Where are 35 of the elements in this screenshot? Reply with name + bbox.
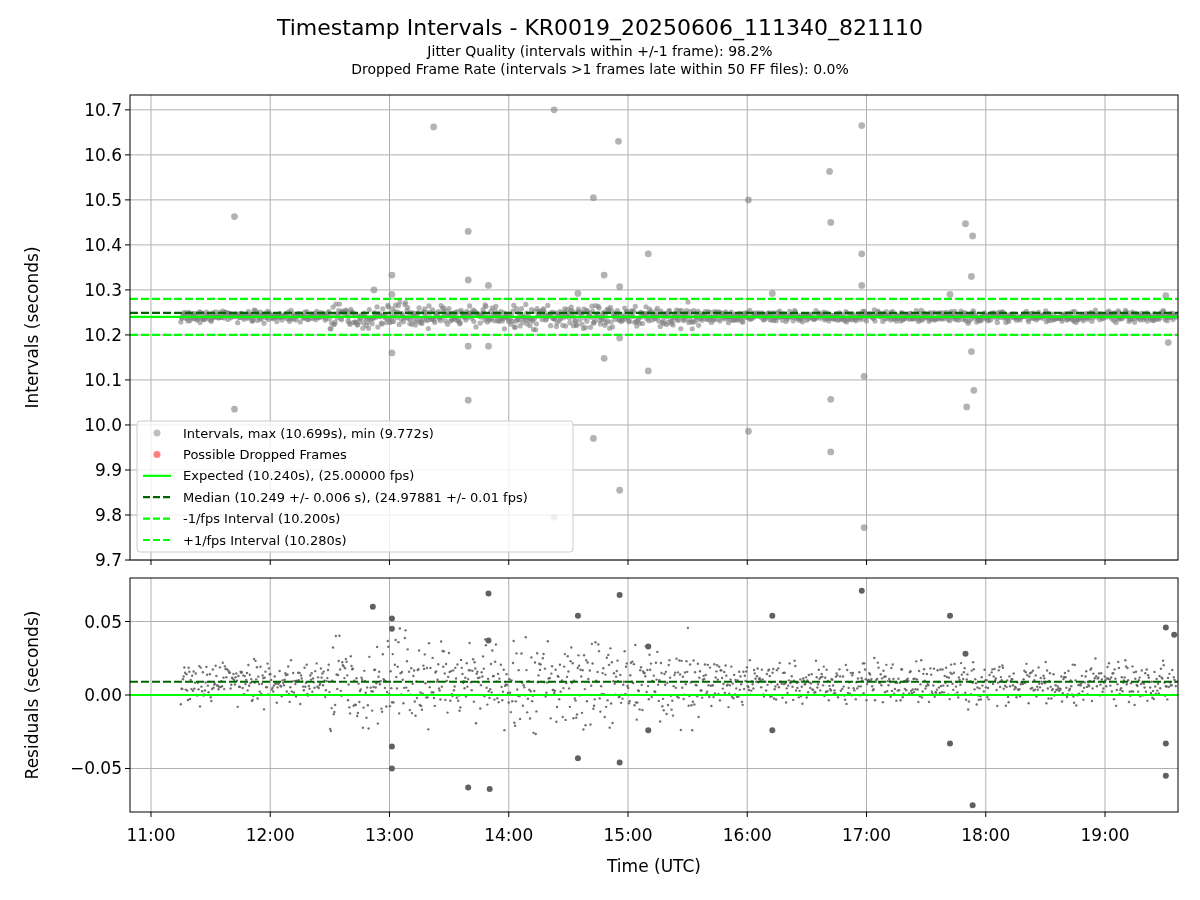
x-tick-label: 15:00	[603, 825, 653, 845]
x-tick-label: 18:00	[961, 825, 1011, 845]
y-tick-label: 10.3	[84, 279, 122, 300]
y-tick-label: 9.7	[94, 550, 122, 570]
legend-label: Expected (10.240s), (25.00000 fps)	[183, 468, 415, 484]
x-axis-label: Time (UTC)	[607, 856, 701, 876]
legend-label: Median (10.249 +/- 0.006 s), (24.97881 +/- 0.01 fps)	[183, 489, 528, 505]
y-tick-label: −0.05	[69, 758, 122, 779]
y-tick-label: 10.2	[84, 324, 122, 345]
y-tick-label: 10.6	[84, 144, 122, 165]
legend-label: Possible Dropped Frames	[183, 446, 347, 462]
y-axis-label: Intervals (seconds)	[22, 246, 42, 409]
chart-subtitle: Dropped Frame Rate (intervals >1 frames late within 50 FF files): 0.0%	[351, 60, 849, 78]
chart-subtitle: Jitter Quality (intervals within +/-1 frame): 98.2%	[427, 42, 773, 60]
x-tick-label: 17:00	[842, 825, 891, 845]
legend-label: +1/fps Interval (10.280s)	[183, 532, 347, 548]
legend-label: -1/fps Interval (10.200s)	[183, 511, 341, 527]
y-tick-label: 9.9	[94, 459, 122, 480]
y-tick-label: 0.00	[84, 685, 122, 705]
y-tick-label: 10.1	[84, 369, 122, 390]
x-tick-label: 14:00	[484, 825, 534, 845]
x-tick-label: 12:00	[245, 825, 295, 845]
y-tick-label: 10.4	[84, 234, 122, 255]
x-tick-label: 13:00	[365, 825, 414, 845]
x-tick-label: 16:00	[722, 825, 772, 845]
x-tick-label: 19:00	[1080, 825, 1130, 845]
y-tick-label: 0.05	[84, 611, 122, 632]
y-tick-label: 9.8	[94, 505, 122, 525]
y-tick-label: 10.7	[84, 99, 122, 120]
y-tick-label: 10.5	[84, 189, 122, 210]
y-axis-label: Residuals (seconds)	[22, 610, 42, 780]
y-tick-label: 10.0	[84, 414, 122, 435]
legend-label: Intervals, max (10.699s), min (9.772s)	[183, 425, 434, 441]
chart-title: Timestamp Intervals - KR0019_20250606_111340_821110	[276, 14, 924, 42]
x-tick-label: 11:00	[126, 825, 176, 845]
